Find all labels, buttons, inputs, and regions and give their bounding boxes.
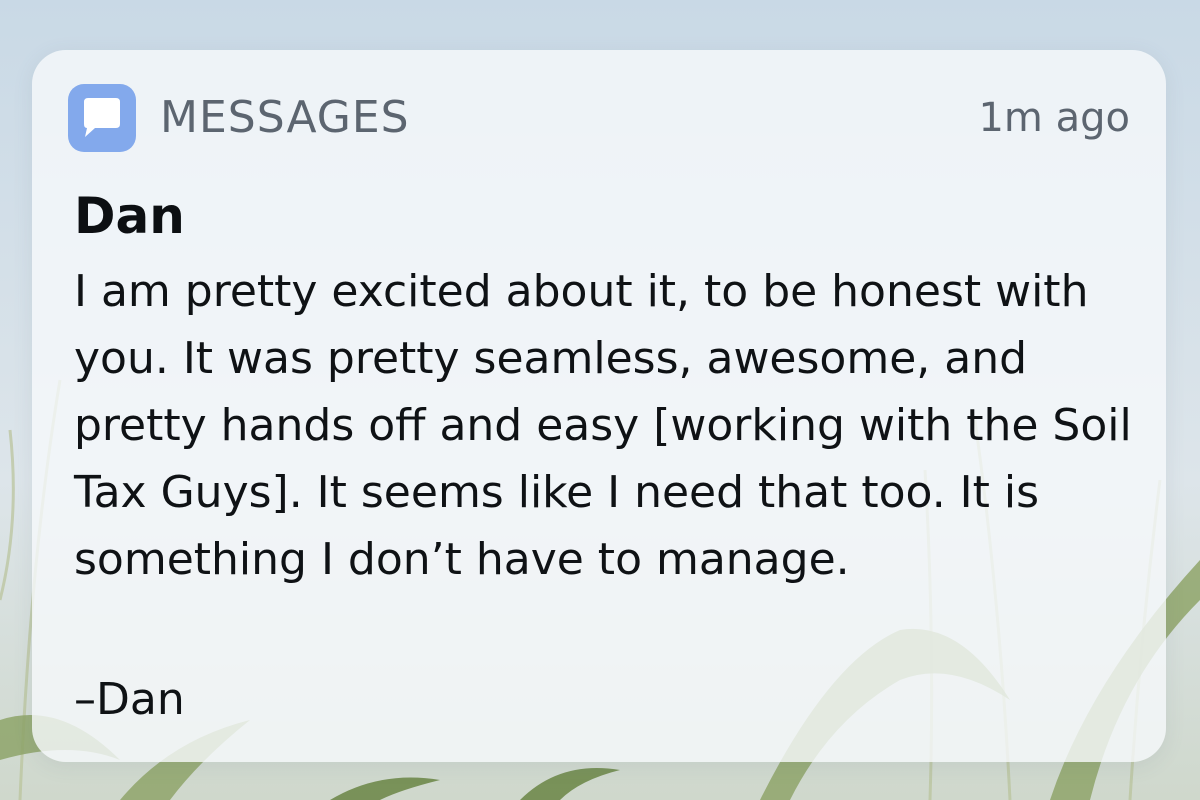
messages-bubble-icon bbox=[84, 98, 120, 137]
sender-name: Dan bbox=[74, 187, 185, 245]
messages-app-icon bbox=[68, 84, 136, 152]
message-body: I am pretty excited about it, to be hone… bbox=[74, 266, 1132, 585]
message-signature: –Dan bbox=[74, 674, 185, 725]
app-name: MESSAGES bbox=[160, 92, 410, 143]
timestamp: 1m ago bbox=[978, 95, 1130, 141]
